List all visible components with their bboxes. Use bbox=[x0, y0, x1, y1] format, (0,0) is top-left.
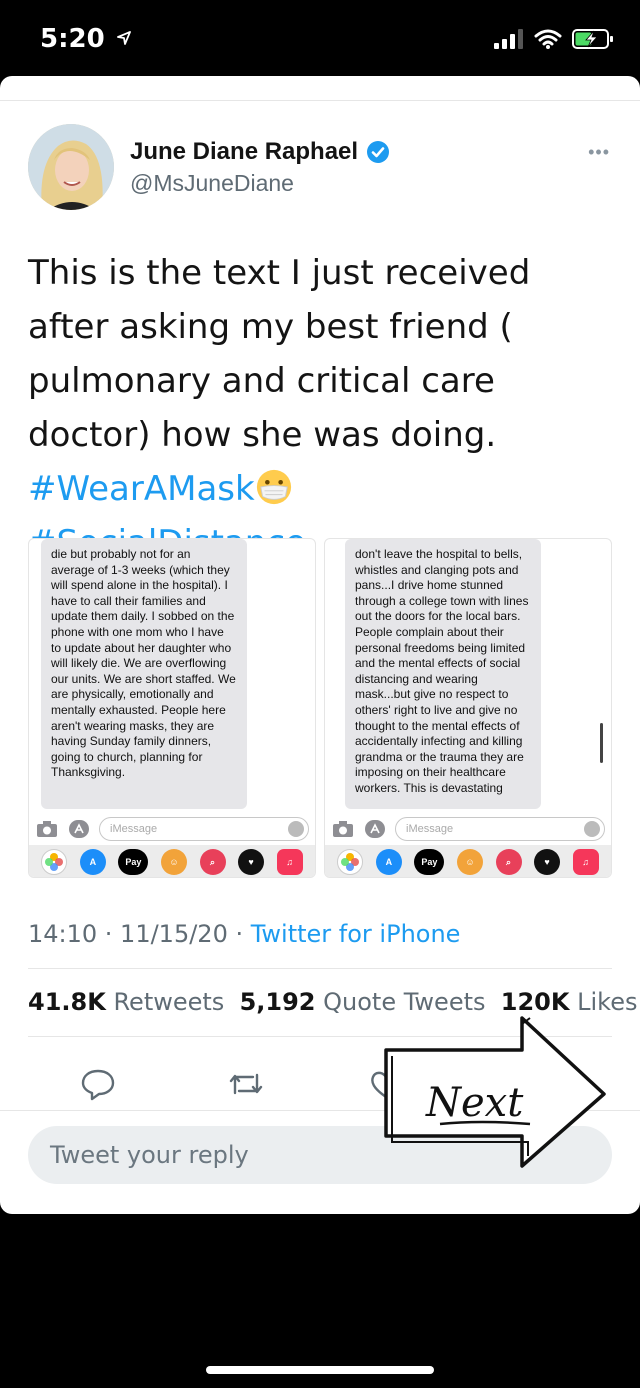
avatar-portrait bbox=[28, 124, 114, 210]
verified-badge-icon bbox=[367, 141, 390, 163]
tweet-card: June Diane Raphael @MsJuneDiane ••• This… bbox=[0, 76, 640, 1214]
home-indicator[interactable] bbox=[206, 1366, 434, 1374]
apple-pay-icon: Pay bbox=[118, 849, 149, 875]
tweet-body: This is the text I just received after a… bbox=[28, 253, 531, 455]
imessage-placeholder: iMessage bbox=[406, 823, 454, 835]
photos-app-icon bbox=[41, 849, 68, 875]
tweet-source[interactable]: Twitter for iPhone bbox=[251, 920, 461, 948]
more-options-icon[interactable]: ••• bbox=[588, 142, 610, 163]
message-bubble-right: don't leave the hospital to bells, whist… bbox=[345, 539, 541, 809]
tweet-text: This is the text I just received after a… bbox=[28, 246, 618, 570]
reply-button[interactable] bbox=[78, 1064, 118, 1104]
hashtag-wearamask[interactable]: #WearAMask bbox=[28, 469, 255, 509]
retweets-stat[interactable]: 41.8K Retweets bbox=[28, 988, 224, 1016]
camera-icon bbox=[331, 819, 355, 839]
app-store-app-icon: A bbox=[79, 849, 106, 875]
cellular-signal-icon bbox=[494, 29, 523, 49]
wifi-icon bbox=[534, 29, 562, 49]
retweets-count: 41.8K bbox=[28, 988, 106, 1016]
scroll-indicator bbox=[600, 723, 603, 763]
memoji-icon: ☺ bbox=[456, 849, 483, 875]
app-drawer-left: A Pay ☺ ⌕ ♥ ♫ bbox=[29, 845, 315, 877]
likes-count: 120K bbox=[500, 988, 570, 1016]
apple-pay-icon: Pay bbox=[414, 849, 445, 875]
tweet-timestamp[interactable]: 14:10 · 11/15/20 · bbox=[28, 920, 251, 948]
imessage-field-left: iMessage bbox=[99, 817, 309, 841]
retweets-label: Retweets bbox=[113, 988, 225, 1016]
status-bar: 5:20 bbox=[0, 0, 640, 78]
next-label: Next bbox=[425, 1080, 524, 1126]
music-app-icon: ♫ bbox=[572, 849, 599, 875]
engagement-stats: 41.8K Retweets 5,192 Quote Tweets 120K L… bbox=[28, 988, 637, 1016]
author-avatar[interactable] bbox=[28, 124, 114, 210]
quotes-count: 5,192 bbox=[239, 988, 316, 1016]
message-bubble-left: die but probably not for an average of 1… bbox=[41, 539, 247, 809]
tweet-media: die but probably not for an average of 1… bbox=[28, 538, 616, 878]
app-store-icon bbox=[67, 819, 91, 839]
media-screenshot-right[interactable]: don't leave the hospital to bells, whist… bbox=[324, 538, 612, 878]
likes-stat[interactable]: 120K Likes bbox=[501, 988, 638, 1016]
digital-touch-icon: ♥ bbox=[534, 849, 561, 875]
images-search-icon: ⌕ bbox=[199, 849, 226, 875]
app-drawer-right: A Pay ☺ ⌕ ♥ ♫ bbox=[325, 845, 611, 877]
music-app-icon: ♫ bbox=[276, 849, 303, 875]
reply-icon bbox=[81, 1069, 115, 1101]
media-screenshot-left[interactable]: die but probably not for an average of 1… bbox=[28, 538, 316, 878]
clock-text: 5:20 bbox=[40, 24, 105, 54]
imessage-field-right: iMessage bbox=[395, 817, 605, 841]
location-arrow-icon bbox=[116, 31, 131, 45]
apple-pay-label: Pay bbox=[421, 857, 438, 867]
header-divider bbox=[0, 100, 640, 101]
app-store-app-icon: A bbox=[375, 849, 402, 875]
memoji-icon: ☺ bbox=[160, 849, 187, 875]
author-name[interactable]: June Diane Raphael bbox=[130, 138, 390, 166]
next-arrow-overlay[interactable]: Next bbox=[380, 1014, 610, 1170]
retweet-icon bbox=[229, 1073, 263, 1095]
imessage-input-bar-left: iMessage bbox=[29, 815, 315, 843]
digital-touch-icon: ♥ bbox=[238, 849, 265, 875]
audio-icon bbox=[584, 821, 600, 837]
apple-pay-label: Pay bbox=[125, 857, 142, 867]
images-search-icon: ⌕ bbox=[495, 849, 522, 875]
camera-icon bbox=[35, 819, 59, 839]
quote-tweets-stat[interactable]: 5,192 Quote Tweets bbox=[240, 988, 486, 1016]
photos-app-icon bbox=[337, 849, 364, 875]
status-time: 5:20 bbox=[40, 24, 132, 54]
retweet-button[interactable] bbox=[226, 1064, 266, 1104]
audio-icon bbox=[288, 821, 304, 837]
face-with-mask-emoji-icon bbox=[256, 469, 291, 505]
author-name-text: June Diane Raphael bbox=[130, 138, 359, 165]
tweet-meta: 14:10 · 11/15/20 · Twitter for iPhone bbox=[28, 920, 460, 948]
quotes-label: Quote Tweets bbox=[323, 988, 486, 1016]
imessage-placeholder: iMessage bbox=[110, 823, 158, 835]
meta-divider bbox=[28, 968, 612, 969]
author-handle[interactable]: @MsJuneDiane bbox=[130, 170, 294, 197]
app-store-icon bbox=[363, 819, 387, 839]
battery-charging-icon bbox=[572, 29, 613, 49]
status-icons bbox=[494, 24, 614, 54]
imessage-input-bar-right: iMessage bbox=[325, 815, 611, 843]
likes-label: Likes bbox=[577, 988, 638, 1016]
